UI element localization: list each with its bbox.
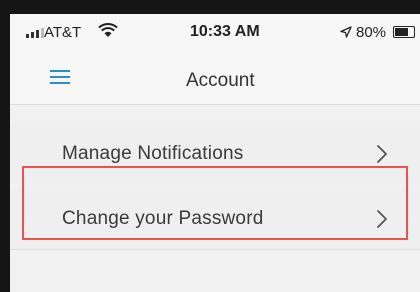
signal-bars-icon xyxy=(26,28,44,38)
hamburger-menu-icon[interactable] xyxy=(50,70,70,84)
list-divider xyxy=(10,249,420,250)
location-arrow-icon xyxy=(340,25,352,43)
battery-icon xyxy=(393,26,415,38)
page-title: Account xyxy=(186,70,255,91)
manage-notifications-row[interactable]: Manage Notifications xyxy=(10,124,420,184)
status-bar: AT&T 10:33 AM 80% xyxy=(10,14,420,50)
chevron-right-icon xyxy=(376,209,388,234)
change-password-label: Change your Password xyxy=(62,208,264,229)
carrier-name: AT&T xyxy=(44,24,82,41)
status-time: 10:33 AM xyxy=(190,23,260,40)
manage-notifications-label: Manage Notifications xyxy=(62,143,244,164)
nav-bar: Account xyxy=(10,50,420,105)
account-screen: AT&T 10:33 AM 80% Account Manage Notific… xyxy=(10,14,420,292)
battery-percent: 80% xyxy=(356,24,387,41)
wifi-icon xyxy=(98,23,118,43)
phone-photo-frame: AT&T 10:33 AM 80% Account Manage Notific… xyxy=(0,0,420,292)
change-password-row[interactable]: Change your Password xyxy=(10,189,420,249)
chevron-right-icon xyxy=(376,144,388,169)
